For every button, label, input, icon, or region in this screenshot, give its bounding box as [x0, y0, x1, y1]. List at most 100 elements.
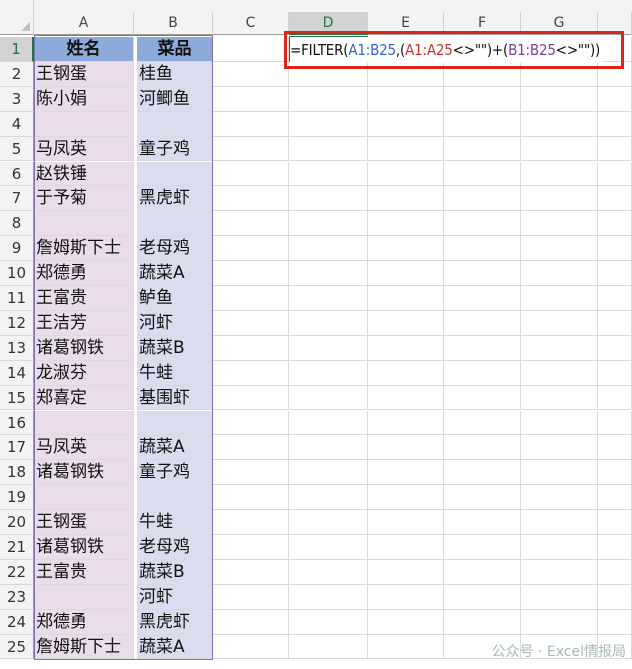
empty-cell[interactable]	[368, 310, 444, 336]
cell-dish[interactable]	[137, 111, 213, 137]
cell-name[interactable]	[34, 211, 134, 237]
empty-cell[interactable]	[289, 410, 368, 436]
cell-dish[interactable]: 童子鸡	[137, 136, 213, 162]
empty-cell[interactable]	[368, 111, 444, 137]
empty-cell[interactable]	[444, 385, 521, 411]
column-header-c[interactable]: C	[213, 12, 289, 35]
row-header[interactable]: 8	[0, 211, 34, 237]
empty-cell[interactable]	[213, 435, 289, 461]
cell-name[interactable]: 王钢蛋	[34, 61, 134, 87]
empty-cell[interactable]	[521, 360, 598, 386]
empty-cell[interactable]	[213, 609, 289, 635]
empty-cell[interactable]	[521, 410, 598, 436]
empty-cell[interactable]	[289, 535, 368, 560]
cell-dish[interactable]: 牛蛙	[137, 360, 213, 386]
empty-cell[interactable]	[368, 609, 444, 635]
empty-cell[interactable]	[598, 236, 632, 262]
cell-dish[interactable]: 老母鸡	[137, 535, 213, 560]
row-header[interactable]: 10	[0, 261, 34, 286]
empty-cell[interactable]	[521, 286, 598, 311]
row-header[interactable]: 13	[0, 335, 34, 361]
empty-cell[interactable]	[521, 111, 598, 137]
empty-cell[interactable]	[521, 211, 598, 237]
empty-cell[interactable]	[213, 236, 289, 262]
empty-cell[interactable]	[368, 584, 444, 610]
empty-cell[interactable]	[598, 410, 632, 436]
empty-cell[interactable]	[444, 584, 521, 610]
cell-name[interactable]: 詹姆斯下士	[34, 634, 134, 660]
row-header[interactable]: 25	[0, 634, 34, 660]
cell-dish[interactable]: 河鲫鱼	[137, 86, 213, 112]
empty-cell[interactable]	[289, 111, 368, 137]
empty-cell[interactable]	[289, 360, 368, 386]
empty-cell[interactable]	[213, 335, 289, 361]
row-header[interactable]: 9	[0, 236, 34, 262]
empty-cell[interactable]	[521, 385, 598, 411]
empty-cell[interactable]	[368, 634, 444, 660]
empty-cell[interactable]	[598, 609, 632, 635]
empty-cell[interactable]	[289, 385, 368, 411]
empty-cell[interactable]	[444, 86, 521, 112]
empty-cell[interactable]	[213, 485, 289, 511]
empty-cell[interactable]	[368, 186, 444, 212]
empty-cell[interactable]	[289, 236, 368, 262]
cell-name[interactable]: 马凤英	[34, 136, 134, 162]
empty-cell[interactable]	[368, 460, 444, 486]
cell-name[interactable]: 龙淑芬	[34, 360, 134, 386]
empty-cell[interactable]	[368, 535, 444, 560]
row-header[interactable]: 21	[0, 535, 34, 560]
row-header[interactable]: 2	[0, 61, 34, 87]
empty-cell[interactable]	[213, 286, 289, 311]
cell-dish[interactable]: 老母鸡	[137, 236, 213, 262]
cell-name[interactable]	[34, 410, 134, 436]
empty-cell[interactable]	[213, 161, 289, 187]
empty-cell[interactable]	[521, 435, 598, 461]
cell-dish[interactable]: 蔬菜A	[137, 261, 213, 286]
row-header[interactable]: 3	[0, 86, 34, 112]
cell-dish[interactable]: 黑虎虾	[137, 186, 213, 212]
empty-cell[interactable]	[444, 510, 521, 535]
empty-cell[interactable]	[521, 310, 598, 336]
cell-name[interactable]: 郑喜定	[34, 385, 134, 411]
empty-cell[interactable]	[368, 510, 444, 535]
empty-cell[interactable]	[444, 310, 521, 336]
empty-cell[interactable]	[213, 136, 289, 162]
empty-cell[interactable]	[289, 609, 368, 635]
empty-cell[interactable]	[368, 435, 444, 461]
empty-cell[interactable]	[444, 286, 521, 311]
empty-cell[interactable]	[213, 460, 289, 486]
cell-name[interactable]: 王洁芳	[34, 310, 134, 336]
cell-name[interactable]: 郑德勇	[34, 609, 134, 635]
empty-cell[interactable]	[368, 286, 444, 311]
cell-name[interactable]: 诸葛钢铁	[34, 535, 134, 560]
empty-cell[interactable]	[598, 211, 632, 237]
empty-cell[interactable]	[289, 584, 368, 610]
cell-name[interactable]: 王富贵	[34, 286, 134, 311]
empty-cell[interactable]	[598, 111, 632, 137]
cell-dish[interactable]	[137, 161, 213, 187]
cell-name[interactable]: 马凤英	[34, 435, 134, 461]
empty-cell[interactable]	[444, 261, 521, 286]
empty-cell[interactable]	[598, 286, 632, 311]
row-header[interactable]: 1	[0, 37, 34, 62]
empty-cell[interactable]	[213, 634, 289, 660]
row-header[interactable]: 17	[0, 435, 34, 461]
empty-cell[interactable]	[213, 186, 289, 212]
empty-cell[interactable]	[444, 211, 521, 237]
cell-name[interactable]: 诸葛钢铁	[34, 460, 134, 486]
row-header[interactable]: 24	[0, 609, 34, 635]
cell-dish[interactable]: 河虾	[137, 584, 213, 610]
cell-dish[interactable]	[137, 211, 213, 237]
cell-name[interactable]: 王富贵	[34, 559, 134, 585]
cell-dish[interactable]: 桂鱼	[137, 61, 213, 87]
empty-cell[interactable]	[213, 385, 289, 411]
empty-cell[interactable]	[444, 535, 521, 560]
empty-cell[interactable]	[598, 136, 632, 162]
empty-cell[interactable]	[213, 86, 289, 112]
empty-cell[interactable]	[521, 535, 598, 560]
empty-cell[interactable]	[213, 410, 289, 436]
empty-cell[interactable]	[213, 584, 289, 610]
empty-cell[interactable]	[368, 360, 444, 386]
empty-cell[interactable]	[521, 236, 598, 262]
empty-cell[interactable]	[289, 136, 368, 162]
